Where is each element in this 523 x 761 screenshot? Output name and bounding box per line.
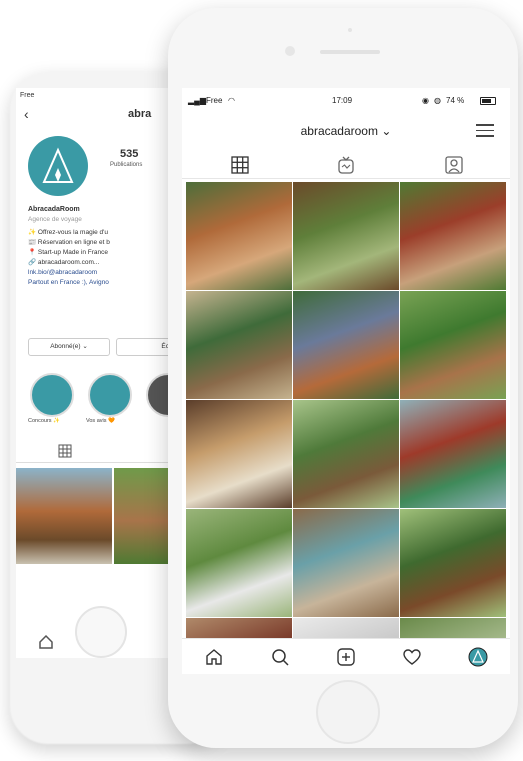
front-camera xyxy=(285,46,295,56)
status-time: 17:09 xyxy=(332,96,353,105)
chevron-down-icon[interactable]: ⌄ xyxy=(381,124,391,138)
back-status-carrier: Free xyxy=(20,92,35,99)
tile-bubble-boardwalk[interactable] xyxy=(186,291,292,399)
tile-cabin-terrace[interactable] xyxy=(186,182,292,290)
front-home-button[interactable] xyxy=(316,680,380,744)
profile-avatar[interactable] xyxy=(28,136,88,196)
tile-lodge-deck[interactable] xyxy=(186,400,292,508)
posts-count: 535 xyxy=(120,148,139,160)
back-tile[interactable] xyxy=(16,468,112,564)
tile-stilt-cabin[interactable] xyxy=(293,400,399,508)
home-icon[interactable] xyxy=(204,647,224,667)
tile-treehouse-forest[interactable] xyxy=(293,182,399,290)
username-switcher[interactable]: abracadaroom ⌄ xyxy=(182,124,510,138)
username[interactable]: abracadaroom xyxy=(301,124,378,138)
profile-header: abracadaroom ⌄ xyxy=(182,112,510,146)
battery-percent: 74 % xyxy=(446,96,465,105)
add-post-icon[interactable] xyxy=(336,647,356,667)
front-sensor xyxy=(348,28,352,32)
tile-roulotte-stairs[interactable] xyxy=(400,182,506,290)
bottom-nav xyxy=(182,638,510,674)
alarm-icon: ◍ xyxy=(434,96,441,105)
wifi-icon: ◠ xyxy=(228,96,235,105)
tile-bubbles-trees[interactable] xyxy=(186,509,292,617)
tile-treehouse-tall[interactable] xyxy=(400,509,506,617)
profile-display-name: AbracadaRoom xyxy=(28,206,80,213)
home-icon[interactable] xyxy=(38,634,54,650)
back-arrow-icon[interactable]: ‹ xyxy=(24,106,29,122)
location-icon: ◉ xyxy=(422,96,429,105)
tagged-tab-icon[interactable] xyxy=(444,155,464,175)
highlight-label: Concours ✨ xyxy=(28,418,60,424)
front-screen: ▂▄▆ Free ◠ 17:09 ◉ ◍ 74 % abracadaroom ⌄ xyxy=(182,88,510,674)
highlight-label: Vos avis 🧡 xyxy=(86,418,115,424)
profile-avatar-icon[interactable] xyxy=(468,647,488,667)
hamburger-menu-icon[interactable] xyxy=(476,124,494,138)
earpiece-speaker xyxy=(320,50,380,54)
profile-tabs xyxy=(182,150,510,179)
tipi-logo-icon xyxy=(42,147,74,183)
back-home-button[interactable] xyxy=(75,606,127,658)
carrier-name: Free xyxy=(206,96,223,105)
tile-floating-domes[interactable] xyxy=(293,509,399,617)
highlight-avis[interactable] xyxy=(88,373,132,417)
grid-tab-icon[interactable] xyxy=(230,155,250,175)
status-bar: ▂▄▆ Free ◠ 17:09 ◉ ◍ 74 % xyxy=(182,88,510,112)
highlight-concours[interactable] xyxy=(30,373,74,417)
search-icon[interactable] xyxy=(270,647,290,667)
follow-button[interactable]: Abonné(e) ⌄ xyxy=(28,338,110,356)
tile-cabin-green[interactable] xyxy=(400,291,506,399)
tile-bubble-dome[interactable] xyxy=(293,291,399,399)
battery-icon xyxy=(480,97,496,105)
igtv-tab-icon[interactable] xyxy=(336,155,356,175)
tile-roulotte-lake[interactable] xyxy=(400,400,506,508)
photo-grid xyxy=(186,182,506,674)
signal-icon: ▂▄▆ xyxy=(188,96,206,105)
grid-tab-icon[interactable] xyxy=(58,444,72,458)
profile-category: Agence de voyage xyxy=(28,216,82,223)
back-username: abra xyxy=(128,108,152,120)
heart-icon[interactable] xyxy=(402,647,422,667)
posts-label: Publications xyxy=(110,162,143,168)
